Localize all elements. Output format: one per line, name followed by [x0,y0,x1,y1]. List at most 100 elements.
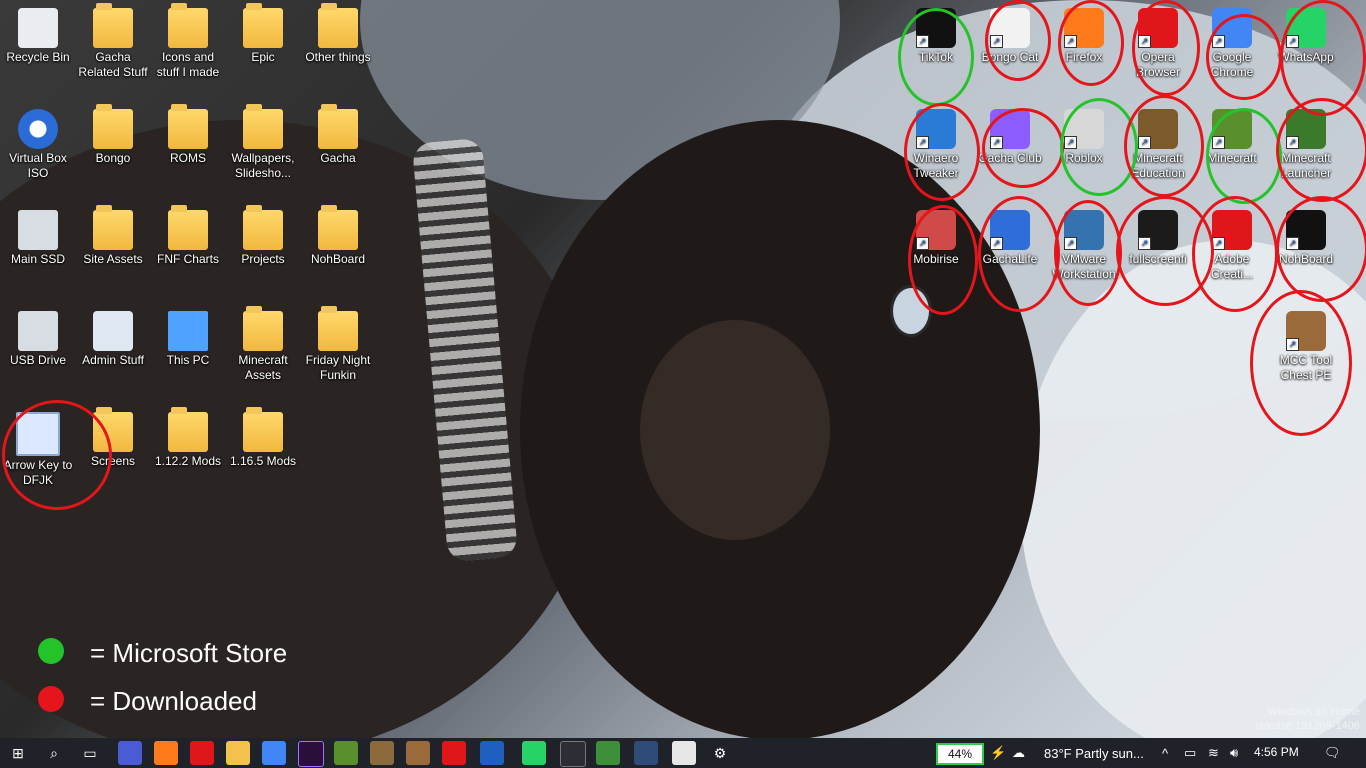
folder-icon [168,104,208,149]
clock[interactable]: 4:56 PM [1254,745,1299,759]
folder-icon [318,104,358,149]
circle-app-icon[interactable] [560,741,586,767]
desktop-icon-label: ROMS [170,151,206,165]
red-scribble [1192,196,1278,312]
red-scribble [982,108,1064,188]
desktop-icon-label: Admin Stuff [82,353,144,367]
desktop-icon-label: Minecraft Assets [238,353,288,382]
folder-icon [93,104,133,149]
desktop-icon[interactable]: Projects [225,205,301,267]
red-app-icon[interactable] [442,741,466,765]
desktop-icon[interactable]: FNF Charts [150,205,226,267]
folder-icon [243,306,283,351]
desktop-icon[interactable]: NohBoard [300,205,376,267]
chevron-up-icon[interactable]: ^ [1162,738,1168,768]
file-explorer-icon[interactable] [226,741,250,765]
desktop-icon[interactable]: Minecraft Assets [225,306,301,383]
desktop-icon-label: Projects [241,252,285,266]
desktop-icon-label: Main SSD [10,252,66,266]
folder-icon [93,3,133,48]
settings-icon [93,311,133,351]
desktop-icon[interactable]: Friday Night Funkin [300,306,376,383]
volume-icon[interactable]: 🔊︎ [1230,738,1238,768]
desktop-icon[interactable]: Gacha Related Stuff [75,3,151,80]
watermark-line1: Windows 10 Home [1267,706,1360,718]
weather-icon[interactable]: ☁ [1012,738,1025,768]
folder-icon [243,407,283,452]
whatsapp-icon[interactable] [522,741,546,765]
desktop-icon[interactable]: Site Assets [75,205,151,267]
desktop-icon[interactable]: 1.16.5 Mods [225,407,301,469]
usb-drive-icon [18,311,58,351]
desktop-icon[interactable]: Gacha [300,104,376,166]
settings-icon[interactable]: ⚙ [708,741,732,765]
green-dot [38,638,64,664]
desktop-icon[interactable]: 1.12.2 Mods [150,407,226,469]
watermark-line2: release 191206-1406 [1256,720,1360,732]
minecraft-icon[interactable] [334,741,358,765]
battery-icon[interactable]: ▭ [1184,738,1196,768]
red-scribble [1206,14,1282,100]
desktop-icon[interactable]: Wallpapers, Slidesho... [225,104,301,181]
minecraft-dungeons-icon[interactable] [370,741,394,765]
window-app-icon[interactable] [634,741,658,765]
folder-icon [168,3,208,48]
folder-icon [318,205,358,250]
desktop-icon[interactable]: USB Drive [0,311,76,368]
keyboard-app-icon[interactable] [672,741,696,765]
opera-icon[interactable] [190,741,214,765]
desktop-icon[interactable]: Virtual Box ISO [0,109,76,181]
wifi-icon[interactable]: ≋ [1208,738,1219,768]
firefox-icon[interactable] [154,741,178,765]
desktop-icon-label: Recycle Bin [6,50,70,64]
folder-icon [243,205,283,250]
folder-icon [168,205,208,250]
folder-icon [243,3,283,48]
pc-icon [168,311,208,351]
desktop-icon[interactable]: This PC [150,311,226,368]
desktop-icon[interactable]: Recycle Bin [0,8,76,65]
chest-icon[interactable] [406,741,430,765]
recycle-bin-icon [18,8,58,48]
red-scribble [1124,95,1204,197]
desktop-icon-label: This PC [166,353,210,367]
folder-icon [318,306,358,351]
power-icon[interactable]: ⚡ [990,738,1006,768]
red-dot [38,686,64,712]
desktop-icon-label: Gacha [320,151,356,165]
weather-text[interactable]: 83°F Partly sun... [1044,738,1144,768]
desktop-icon-label: Gacha Related Stuff [78,50,148,79]
desktop-icon-label: Wallpapers, Slidesho... [231,151,295,180]
search-button[interactable]: ⌕ [42,741,66,765]
green-app-icon[interactable] [596,741,620,765]
notifications-icon[interactable]: 🗨︎ [1324,738,1341,768]
red-scribble [1132,0,1200,96]
red-scribble [1054,200,1122,306]
red-scribble [904,103,980,201]
premiere-icon[interactable] [298,741,324,767]
desktop-icon[interactable]: Admin Stuff [75,311,151,368]
desktop-icon[interactable]: Other things [300,3,376,65]
battery-indicator[interactable]: 44% [936,743,984,765]
red-scribble [1276,196,1366,302]
red-scribble [1058,0,1124,86]
desktop-icon[interactable]: ROMS [150,104,226,166]
desktop-icon-label: 1.16.5 Mods [229,454,297,468]
desktop-icon[interactable]: Icons and stuff I made [150,3,226,80]
red-scribble [908,205,978,315]
folder-icon [243,104,283,149]
task-view-button[interactable]: ▭ [78,741,102,765]
red-scribble [978,196,1060,312]
chrome-icon[interactable] [262,741,286,765]
desktop-icon[interactable]: Bongo [75,104,151,166]
blue-app-icon[interactable] [480,741,504,765]
desktop-icon-label: FNF Charts [156,252,219,266]
red-scribble [1276,98,1366,202]
desktop-icon-label: Site Assets [83,252,143,266]
desktop-icon[interactable]: Epic [225,3,301,65]
start-button[interactable]: ⊞ [6,741,30,765]
app-icon[interactable] [118,741,142,765]
desktop-icon-label: Bongo [95,151,131,165]
desktop-icon[interactable]: Main SSD [0,210,76,267]
legend-downloaded: = Downloaded [90,686,257,716]
